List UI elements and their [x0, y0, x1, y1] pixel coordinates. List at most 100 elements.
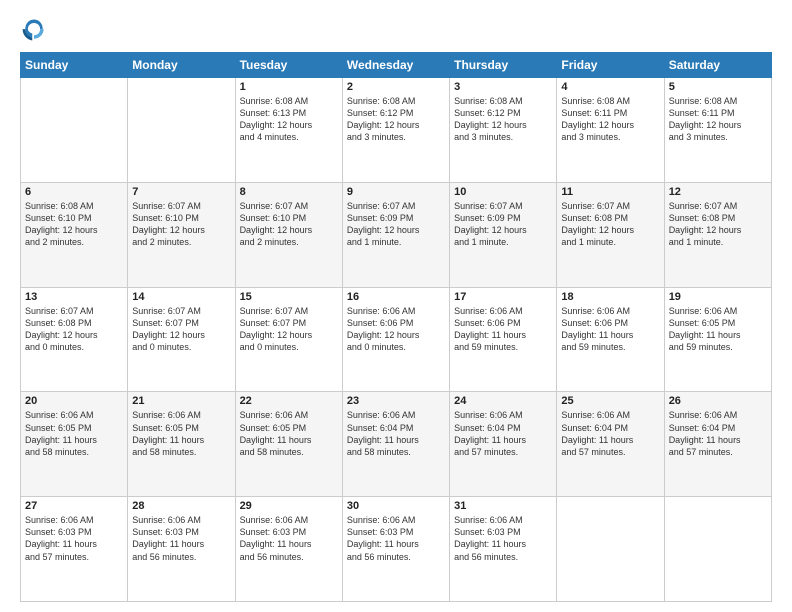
day-number: 15 [240, 291, 338, 303]
day-number: 23 [347, 395, 445, 407]
calendar-week-1: 1 Sunrise: 6:08 AM Sunset: 6:13 PM Daylig… [21, 78, 772, 183]
calendar-cell: 14 Sunrise: 6:07 AM Sunset: 6:07 PM Dayli… [128, 287, 235, 392]
day-info: Sunrise: 6:06 AM Sunset: 6:04 PM Dayligh… [669, 409, 767, 458]
day-number: 14 [132, 291, 230, 303]
day-info: Sunrise: 6:06 AM Sunset: 6:03 PM Dayligh… [240, 514, 338, 563]
day-info: Sunrise: 6:06 AM Sunset: 6:04 PM Dayligh… [454, 409, 552, 458]
calendar-cell: 28 Sunrise: 6:06 AM Sunset: 6:03 PM Dayli… [128, 497, 235, 602]
calendar-cell: 1 Sunrise: 6:08 AM Sunset: 6:13 PM Daylig… [235, 78, 342, 183]
day-info: Sunrise: 6:06 AM Sunset: 6:06 PM Dayligh… [454, 305, 552, 354]
calendar-cell [664, 497, 771, 602]
calendar-cell: 6 Sunrise: 6:08 AM Sunset: 6:10 PM Daylig… [21, 182, 128, 287]
day-info: Sunrise: 6:08 AM Sunset: 6:13 PM Dayligh… [240, 95, 338, 144]
day-number: 3 [454, 81, 552, 93]
day-info: Sunrise: 6:06 AM Sunset: 6:04 PM Dayligh… [347, 409, 445, 458]
day-info: Sunrise: 6:06 AM Sunset: 6:04 PM Dayligh… [561, 409, 659, 458]
calendar-cell: 3 Sunrise: 6:08 AM Sunset: 6:12 PM Daylig… [450, 78, 557, 183]
calendar-header-saturday: Saturday [664, 53, 771, 78]
calendar-cell [21, 78, 128, 183]
calendar-cell: 12 Sunrise: 6:07 AM Sunset: 6:08 PM Dayli… [664, 182, 771, 287]
calendar-cell: 20 Sunrise: 6:06 AM Sunset: 6:05 PM Dayli… [21, 392, 128, 497]
calendar-cell: 24 Sunrise: 6:06 AM Sunset: 6:04 PM Dayli… [450, 392, 557, 497]
calendar-week-4: 20 Sunrise: 6:06 AM Sunset: 6:05 PM Dayli… [21, 392, 772, 497]
calendar-header-monday: Monday [128, 53, 235, 78]
day-number: 1 [240, 81, 338, 93]
day-number: 7 [132, 186, 230, 198]
day-number: 21 [132, 395, 230, 407]
day-info: Sunrise: 6:07 AM Sunset: 6:08 PM Dayligh… [669, 200, 767, 249]
day-info: Sunrise: 6:08 AM Sunset: 6:12 PM Dayligh… [454, 95, 552, 144]
day-number: 10 [454, 186, 552, 198]
calendar-header-friday: Friday [557, 53, 664, 78]
calendar-table: SundayMondayTuesdayWednesdayThursdayFrid… [20, 52, 772, 602]
day-info: Sunrise: 6:07 AM Sunset: 6:07 PM Dayligh… [132, 305, 230, 354]
day-number: 24 [454, 395, 552, 407]
day-number: 29 [240, 500, 338, 512]
day-info: Sunrise: 6:06 AM Sunset: 6:03 PM Dayligh… [347, 514, 445, 563]
calendar-cell: 18 Sunrise: 6:06 AM Sunset: 6:06 PM Dayli… [557, 287, 664, 392]
day-number: 6 [25, 186, 123, 198]
page: SundayMondayTuesdayWednesdayThursdayFrid… [0, 0, 792, 612]
calendar-header-tuesday: Tuesday [235, 53, 342, 78]
calendar-cell: 31 Sunrise: 6:06 AM Sunset: 6:03 PM Dayli… [450, 497, 557, 602]
calendar-cell: 17 Sunrise: 6:06 AM Sunset: 6:06 PM Dayli… [450, 287, 557, 392]
day-info: Sunrise: 6:06 AM Sunset: 6:03 PM Dayligh… [25, 514, 123, 563]
calendar-cell: 29 Sunrise: 6:06 AM Sunset: 6:03 PM Dayli… [235, 497, 342, 602]
day-info: Sunrise: 6:07 AM Sunset: 6:08 PM Dayligh… [561, 200, 659, 249]
day-info: Sunrise: 6:06 AM Sunset: 6:05 PM Dayligh… [240, 409, 338, 458]
calendar-cell: 8Sunrise: 6:07 AM Sunset: 6:10 PM Daylig… [235, 182, 342, 287]
day-info: Sunrise: 6:07 AM Sunset: 6:10 PM Dayligh… [240, 200, 338, 249]
day-info: Sunrise: 6:06 AM Sunset: 6:03 PM Dayligh… [132, 514, 230, 563]
day-number: 4 [561, 81, 659, 93]
day-info: Sunrise: 6:06 AM Sunset: 6:05 PM Dayligh… [25, 409, 123, 458]
calendar-cell: 30 Sunrise: 6:06 AM Sunset: 6:03 PM Dayli… [342, 497, 449, 602]
day-info: Sunrise: 6:06 AM Sunset: 6:05 PM Dayligh… [669, 305, 767, 354]
day-number: 13 [25, 291, 123, 303]
day-number: 31 [454, 500, 552, 512]
calendar-cell: 4Sunrise: 6:08 AM Sunset: 6:11 PM Daylig… [557, 78, 664, 183]
day-number: 20 [25, 395, 123, 407]
calendar-cell: 11 Sunrise: 6:07 AM Sunset: 6:08 PM Dayli… [557, 182, 664, 287]
day-info: Sunrise: 6:06 AM Sunset: 6:06 PM Dayligh… [561, 305, 659, 354]
day-info: Sunrise: 6:07 AM Sunset: 6:10 PM Dayligh… [132, 200, 230, 249]
day-info: Sunrise: 6:07 AM Sunset: 6:09 PM Dayligh… [347, 200, 445, 249]
day-info: Sunrise: 6:07 AM Sunset: 6:09 PM Dayligh… [454, 200, 552, 249]
day-info: Sunrise: 6:06 AM Sunset: 6:03 PM Dayligh… [454, 514, 552, 563]
calendar-cell: 9 Sunrise: 6:07 AM Sunset: 6:09 PM Daylig… [342, 182, 449, 287]
calendar-cell: 10 Sunrise: 6:07 AM Sunset: 6:09 PM Dayli… [450, 182, 557, 287]
calendar-week-2: 6 Sunrise: 6:08 AM Sunset: 6:10 PM Daylig… [21, 182, 772, 287]
day-number: 2 [347, 81, 445, 93]
day-info: Sunrise: 6:08 AM Sunset: 6:11 PM Dayligh… [669, 95, 767, 144]
calendar-cell [557, 497, 664, 602]
day-number: 9 [347, 186, 445, 198]
calendar-header-thursday: Thursday [450, 53, 557, 78]
day-info: Sunrise: 6:08 AM Sunset: 6:10 PM Dayligh… [25, 200, 123, 249]
day-number: 11 [561, 186, 659, 198]
day-number: 19 [669, 291, 767, 303]
day-number: 5 [669, 81, 767, 93]
calendar-cell: 16Sunrise: 6:06 AM Sunset: 6:06 PM Dayli… [342, 287, 449, 392]
day-number: 12 [669, 186, 767, 198]
calendar-cell: 23 Sunrise: 6:06 AM Sunset: 6:04 PM Dayli… [342, 392, 449, 497]
day-info: Sunrise: 6:06 AM Sunset: 6:05 PM Dayligh… [132, 409, 230, 458]
day-number: 18 [561, 291, 659, 303]
day-number: 30 [347, 500, 445, 512]
calendar-cell: 26Sunrise: 6:06 AM Sunset: 6:04 PM Dayli… [664, 392, 771, 497]
day-info: Sunrise: 6:07 AM Sunset: 6:07 PM Dayligh… [240, 305, 338, 354]
calendar-week-5: 27Sunrise: 6:06 AM Sunset: 6:03 PM Dayli… [21, 497, 772, 602]
calendar-cell: 22Sunrise: 6:06 AM Sunset: 6:05 PM Dayli… [235, 392, 342, 497]
day-number: 17 [454, 291, 552, 303]
calendar-cell: 21 Sunrise: 6:06 AM Sunset: 6:05 PM Dayli… [128, 392, 235, 497]
calendar-header-sunday: Sunday [21, 53, 128, 78]
day-number: 16 [347, 291, 445, 303]
calendar-cell [128, 78, 235, 183]
day-number: 28 [132, 500, 230, 512]
logo-icon [20, 16, 48, 44]
calendar-cell: 5 Sunrise: 6:08 AM Sunset: 6:11 PM Daylig… [664, 78, 771, 183]
header [20, 16, 772, 44]
day-info: Sunrise: 6:07 AM Sunset: 6:08 PM Dayligh… [25, 305, 123, 354]
calendar-cell: 25 Sunrise: 6:06 AM Sunset: 6:04 PM Dayli… [557, 392, 664, 497]
day-info: Sunrise: 6:08 AM Sunset: 6:12 PM Dayligh… [347, 95, 445, 144]
calendar-cell: 15 Sunrise: 6:07 AM Sunset: 6:07 PM Dayli… [235, 287, 342, 392]
day-number: 25 [561, 395, 659, 407]
